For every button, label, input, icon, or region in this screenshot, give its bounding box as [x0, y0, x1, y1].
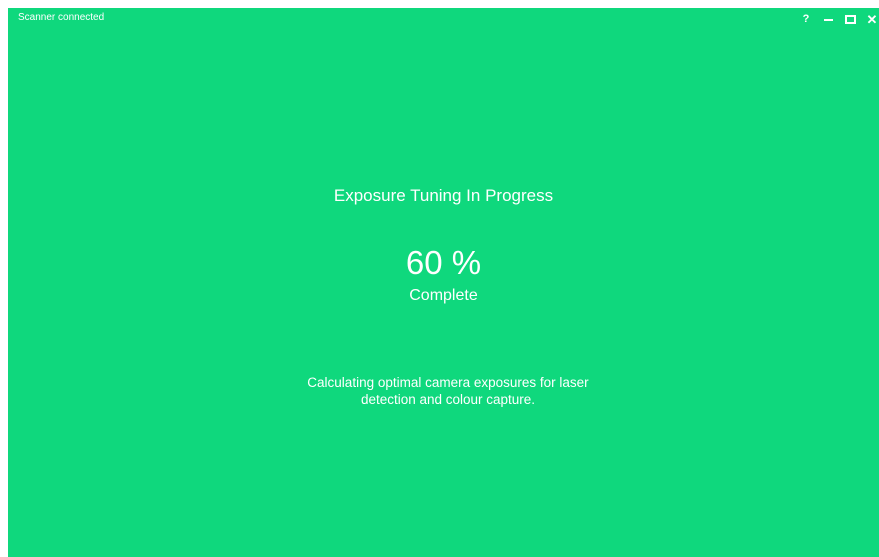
- app-window: Scanner connected ? ✕ Exposure Tuning In…: [8, 8, 879, 557]
- progress-title: Exposure Tuning In Progress: [333, 186, 554, 205]
- progress-percent: 60 %: [405, 244, 482, 281]
- progress-description: Calculating optimal camera exposures for…: [307, 375, 589, 407]
- progress-panel: Exposure Tuning In Progress 60 % Complet…: [8, 8, 879, 557]
- progress-complete-label: Complete: [409, 287, 478, 304]
